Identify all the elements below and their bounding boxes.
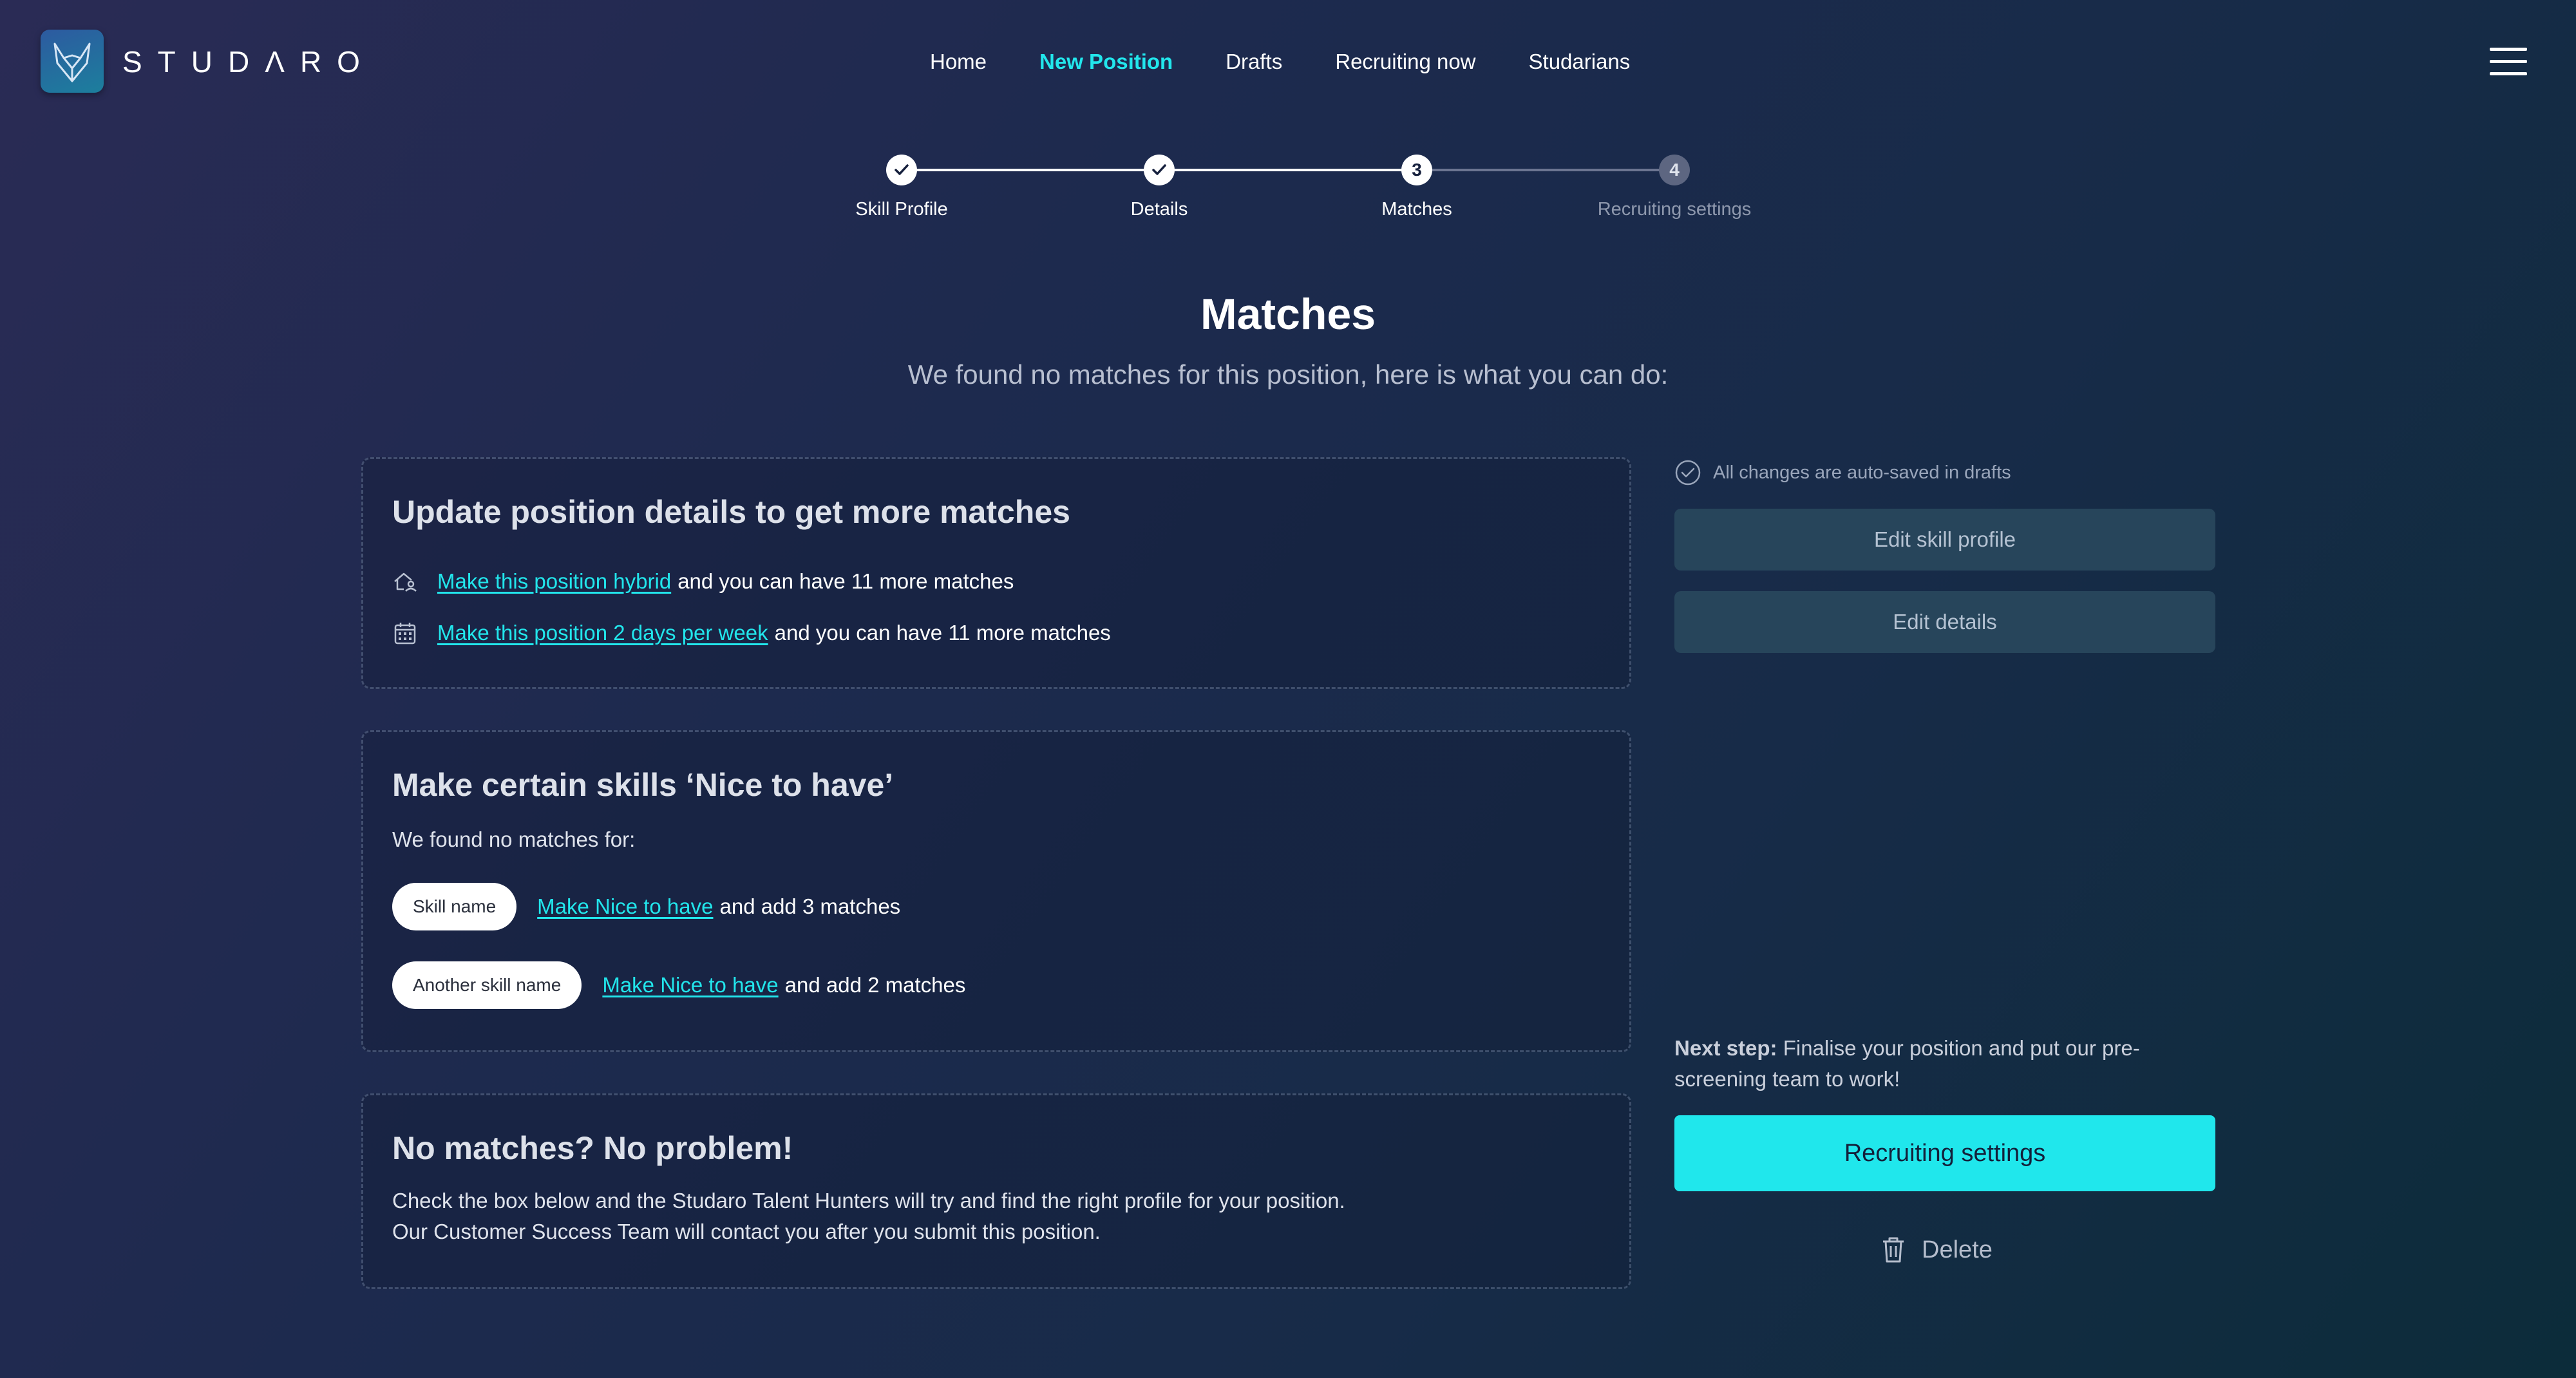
- step-1-circle[interactable]: [886, 155, 917, 185]
- skill-chip: Skill name: [392, 883, 517, 930]
- no-matches-card: No matches? No problem! Check the box be…: [361, 1093, 1631, 1289]
- edit-details-button[interactable]: Edit details: [1674, 591, 2215, 653]
- card-intro: We found no matches for:: [392, 827, 636, 851]
- suggestion-text: and you can have 11 more matches: [774, 621, 1111, 645]
- skill-row-text: and add 3 matches: [719, 894, 901, 918]
- card-text-line: Our Customer Success Team will contact y…: [392, 1220, 1101, 1243]
- autosave-text: All changes are auto-saved in drafts: [1713, 462, 2011, 483]
- home-person-icon: [394, 572, 417, 592]
- nav-recruiting-now[interactable]: Recruiting now: [1335, 45, 1475, 79]
- fox-logo-icon: [53, 42, 91, 82]
- main-nav: Home New Position Drafts Recruiting now …: [930, 45, 1630, 79]
- make-nice-to-have-link[interactable]: Make Nice to have: [537, 894, 713, 919]
- step-4-circle[interactable]: 4: [1659, 155, 1690, 185]
- step-3-label: Matches: [1381, 199, 1452, 220]
- skill-chip: Another skill name: [392, 961, 582, 1009]
- nav-drafts[interactable]: Drafts: [1226, 45, 1282, 79]
- suggestion-row: Make this position hybrid and you can ha…: [392, 566, 1014, 597]
- nav-new-position[interactable]: New Position: [1039, 45, 1173, 79]
- suggestion-text: and you can have 11 more matches: [677, 569, 1014, 593]
- make-2-days-link[interactable]: Make this position 2 days per week: [437, 621, 768, 645]
- delete-label: Delete: [1922, 1236, 1993, 1263]
- stepper-line-upcoming: [1417, 169, 1674, 171]
- step-4-label: Recruiting settings: [1597, 199, 1752, 220]
- nice-to-have-card: Make certain skills ‘Nice to have’ We fo…: [361, 730, 1631, 1052]
- card-text-line: Check the box below and the Studaro Tale…: [392, 1189, 1345, 1213]
- menu-icon[interactable]: [2490, 48, 2527, 76]
- brand-wordmark: STUDΛRO: [122, 45, 375, 79]
- edit-skill-profile-button[interactable]: Edit skill profile: [1674, 509, 2215, 571]
- skill-row-text: and add 2 matches: [784, 973, 966, 997]
- trash-icon: [1883, 1237, 1904, 1263]
- check-icon: [895, 164, 909, 175]
- next-step-note: Next step: Finalise your position and pu…: [1674, 1033, 2215, 1095]
- step-3-circle[interactable]: 3: [1401, 155, 1432, 185]
- suggestion-row: Make this position 2 days per week and y…: [392, 618, 1111, 648]
- page-title: Matches: [1200, 290, 1376, 339]
- next-step-label: Next step:: [1674, 1036, 1777, 1060]
- skill-row: Another skill name Make Nice to have and…: [392, 961, 965, 1009]
- logo-badge[interactable]: [41, 30, 104, 93]
- autosave-status: All changes are auto-saved in drafts: [1674, 458, 2011, 487]
- delete-button[interactable]: Delete: [1880, 1230, 1993, 1270]
- make-hybrid-link[interactable]: Make this position hybrid: [437, 569, 671, 594]
- check-icon: [1152, 164, 1166, 175]
- card-title: Make certain skills ‘Nice to have’: [392, 767, 894, 803]
- nav-home[interactable]: Home: [930, 45, 987, 79]
- step-2-circle[interactable]: [1144, 155, 1175, 185]
- skill-row: Skill name Make Nice to have and add 3 m…: [392, 883, 900, 930]
- card-title: Update position details to get more matc…: [392, 494, 1070, 530]
- check-circle-icon: [1675, 460, 1701, 486]
- card-title: No matches? No problem!: [392, 1130, 793, 1166]
- nav-studarians[interactable]: Studarians: [1529, 45, 1631, 79]
- step-1-label: Skill Profile: [855, 199, 948, 220]
- update-details-card: Update position details to get more matc…: [361, 457, 1631, 689]
- page-subtitle: We found no matches for this position, h…: [907, 359, 1669, 390]
- step-2-label: Details: [1130, 199, 1188, 220]
- make-nice-to-have-link[interactable]: Make Nice to have: [602, 973, 778, 997]
- recruiting-settings-button[interactable]: Recruiting settings: [1674, 1115, 2215, 1191]
- calendar-icon: [394, 623, 416, 645]
